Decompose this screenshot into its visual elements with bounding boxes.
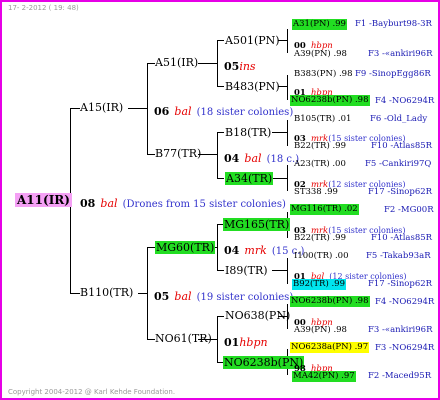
mark-code: bal bbox=[244, 152, 262, 165]
leaf-dam[interactable]: A39(PN) .98 bbox=[294, 50, 347, 59]
connector bbox=[138, 293, 148, 294]
leaf-sire[interactable]: A23(TR) .00 bbox=[294, 160, 346, 169]
dam-node[interactable]: A34(TR) bbox=[225, 172, 274, 185]
generation-row: 06 bal (18 sister colonies) bbox=[154, 102, 293, 118]
leaf-source: F6 -Old_Lady bbox=[370, 114, 428, 124]
dam-node[interactable]: NO61(TR) bbox=[155, 333, 212, 344]
mark-code: bal bbox=[174, 105, 192, 118]
dam-node[interactable]: I89(TR) bbox=[225, 265, 268, 276]
generation-number: 06 bbox=[154, 105, 170, 118]
connector bbox=[70, 108, 80, 109]
connector bbox=[217, 270, 224, 271]
sire-node[interactable]: A51(IR) bbox=[155, 57, 198, 68]
sister-colonies-note: (Drones from 15 sister colonies) bbox=[122, 199, 286, 210]
connector bbox=[198, 63, 218, 64]
generation-row: 05ins bbox=[224, 57, 256, 73]
generation-number: 04 bbox=[224, 152, 240, 165]
leaf-source: F5 -Cankiri97Q bbox=[365, 159, 432, 169]
sire-node[interactable]: A501(PN) bbox=[225, 35, 280, 46]
connector bbox=[147, 154, 155, 155]
sire-node[interactable]: MG60(TR) bbox=[155, 241, 216, 254]
dam-node[interactable]: NO6238b(PN) bbox=[223, 356, 305, 369]
leaf-dam[interactable]: B22(TR) .99 bbox=[294, 234, 346, 243]
leaf-dam[interactable]: B22(TR) .99 bbox=[294, 142, 346, 151]
leaf-sire[interactable]: MG116(TR) .02 bbox=[290, 204, 359, 215]
leaf-source: F9 -SinopEgg86R bbox=[355, 69, 431, 79]
leaf-source: F2 -MG00R bbox=[384, 205, 434, 215]
connector bbox=[147, 63, 155, 64]
mark-code: mrk bbox=[244, 244, 267, 257]
leaf-dam[interactable]: MA42(PN) .97 bbox=[292, 371, 356, 382]
leaf-dam[interactable]: NO6238b(PN) .98 bbox=[290, 95, 370, 106]
leaf-source: F3 -NO6294R bbox=[375, 343, 435, 353]
leaf-source: F2 -Maced95R bbox=[368, 371, 432, 381]
sister-colonies-note: (18 sister colonies) bbox=[196, 107, 294, 118]
mark-code: hbpn bbox=[239, 336, 268, 349]
leaf-source: F3 -«ankiri96R bbox=[368, 49, 433, 59]
connector bbox=[147, 339, 155, 340]
leaf-source: F4 -NO6294R bbox=[375, 96, 435, 106]
mark-code: ins bbox=[239, 60, 256, 73]
connector bbox=[272, 132, 288, 133]
connector bbox=[287, 120, 288, 146]
generation-row: 05 bal (19 sister colonies) bbox=[154, 287, 293, 303]
connector bbox=[287, 258, 288, 284]
dam-node[interactable]: B77(TR) bbox=[155, 148, 201, 159]
connector bbox=[147, 63, 148, 155]
generation-number: 08 bbox=[80, 197, 96, 210]
sire-node[interactable]: MG165(TR) bbox=[223, 218, 291, 231]
generation-number: 04 bbox=[224, 244, 240, 257]
sire-node[interactable]: NO638(PN) bbox=[225, 310, 290, 321]
leaf-sire[interactable]: NO6238a(PN) .97 bbox=[290, 342, 370, 353]
root-node[interactable]: A11(IR) bbox=[15, 193, 72, 207]
leaf-source: F17 -Sinop62R bbox=[368, 279, 433, 289]
generation-row: 04 mrk (15 c.) bbox=[224, 241, 304, 257]
footer-copyright: Copyright 2004-2012 @ Karl Kehde Foundat… bbox=[8, 388, 176, 396]
leaf-dam[interactable]: ST338 .99 bbox=[294, 188, 338, 197]
leaf-sire[interactable]: A31(PN) .99 bbox=[292, 19, 347, 30]
leaf-sire[interactable]: B105(TR) .01 bbox=[294, 115, 351, 124]
generation-row: 01hbpn bbox=[224, 333, 268, 349]
header-date: 17- 2-2012 ( 19: 48) bbox=[8, 4, 79, 12]
leaf-source: F1 -Bayburt98-3R bbox=[355, 19, 432, 29]
sire-node[interactable]: A15(IR) bbox=[80, 102, 123, 113]
leaf-sire[interactable]: NO6238b(PN) .98 bbox=[290, 296, 370, 307]
generation-number: 01 bbox=[224, 336, 240, 349]
sire-node[interactable]: B18(TR) bbox=[225, 127, 271, 138]
leaf-source: F10 -Atlas85R bbox=[371, 233, 433, 243]
generation-row: 08 bal (Drones from 15 sister colonies) bbox=[80, 194, 286, 210]
connector bbox=[287, 75, 288, 100]
leaf-sire[interactable]: B383(PN) .98 bbox=[294, 70, 352, 79]
mark-code: bal bbox=[174, 290, 192, 303]
leaf-source: F10 -Atlas85R bbox=[371, 141, 433, 151]
connector bbox=[147, 247, 155, 248]
leaf-source: F4 -NO6294R bbox=[375, 297, 435, 307]
connector bbox=[272, 178, 288, 179]
generation-number: 05 bbox=[224, 60, 240, 73]
connector bbox=[217, 132, 218, 179]
connector bbox=[217, 178, 224, 179]
connector bbox=[70, 293, 80, 294]
mark-code: bal bbox=[100, 197, 118, 210]
connector bbox=[217, 132, 224, 133]
leaf-source: F17 -Sinop62R bbox=[368, 187, 433, 197]
leaf-sire[interactable]: I100(TR) .00 bbox=[294, 252, 349, 261]
pedigree-frame: 17- 2-2012 ( 19: 48) A11(IR) A15(IR) 08 … bbox=[0, 0, 440, 400]
sister-colonies-note: (19 sister colonies) bbox=[196, 292, 294, 303]
leaf-source: F5 -Takab93aR bbox=[366, 251, 431, 261]
leaf-dam[interactable]: A39(PN) .98 bbox=[294, 326, 347, 335]
leaf-dam[interactable]: B92(TR) .99 bbox=[292, 279, 346, 290]
connector bbox=[128, 108, 148, 109]
dam-node[interactable]: B483(PN) bbox=[225, 81, 280, 92]
connector bbox=[217, 316, 224, 317]
connector bbox=[272, 270, 288, 271]
leaf-source: F3 -«ankiri96R bbox=[368, 325, 433, 335]
generation-row: 04 bal (18 c.) bbox=[224, 149, 299, 165]
connector bbox=[217, 86, 224, 87]
generation-number: 05 bbox=[154, 290, 170, 303]
connector bbox=[217, 40, 224, 41]
connector bbox=[287, 29, 288, 53]
dam-node[interactable]: B110(TR) bbox=[80, 287, 133, 298]
